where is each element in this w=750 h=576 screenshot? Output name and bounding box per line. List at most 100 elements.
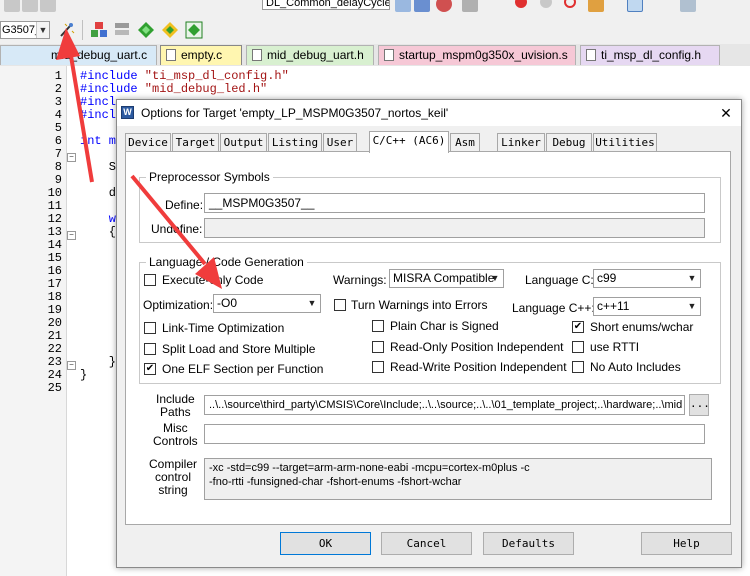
function-combo[interactable]: DL_Common_delayCycles bbox=[262, 0, 390, 10]
toolbar-icon[interactable] bbox=[588, 0, 604, 12]
no-auto-includes-label: No Auto Includes bbox=[590, 360, 681, 374]
file-tab-label: ti_msp_dl_config.h bbox=[601, 48, 702, 62]
toolbar-icon[interactable] bbox=[414, 0, 430, 12]
include-paths-browse-button[interactable]: ... bbox=[689, 394, 710, 416]
tab-debug[interactable]: Debug bbox=[546, 133, 592, 151]
tab-user[interactable]: User bbox=[323, 133, 357, 151]
no-auto-includes-checkbox[interactable] bbox=[572, 361, 584, 373]
check-mark-icon: ✔ bbox=[573, 321, 583, 332]
short-enums-checkbox[interactable]: ✔ bbox=[572, 321, 584, 333]
define-input[interactable]: __MSPM0G3507__ bbox=[204, 193, 705, 213]
code-line-6: int m bbox=[80, 134, 117, 148]
define-label: Define: bbox=[165, 198, 204, 212]
tab-listing[interactable]: Listing bbox=[268, 133, 322, 151]
include-paths-input[interactable]: ..\..\source\third_party\CMSIS\Core\Incl… bbox=[204, 395, 685, 415]
language-c-label: Language C: bbox=[525, 273, 594, 287]
use-rtti-checkbox[interactable] bbox=[572, 341, 584, 353]
file-tab-bar: mid_debug_uart.c empty.c mid_debug_uart.… bbox=[0, 44, 750, 67]
help-button[interactable]: Help bbox=[641, 532, 732, 555]
toolbar-icon[interactable] bbox=[4, 0, 20, 12]
lto-checkbox[interactable] bbox=[144, 322, 156, 334]
warnings-select[interactable]: MISRA Compatible ▼ bbox=[389, 269, 504, 288]
tab-device[interactable]: Device bbox=[125, 133, 171, 151]
toolbar-icon[interactable] bbox=[395, 0, 411, 12]
diamond-icon[interactable] bbox=[137, 21, 155, 39]
tab-asm[interactable]: Asm bbox=[450, 133, 480, 151]
toolbar-icon[interactable] bbox=[462, 0, 478, 12]
use-rtti-label: use RTTI bbox=[590, 340, 640, 354]
optimization-select[interactable]: -O0 ▼ bbox=[213, 294, 321, 313]
toolbar-icon[interactable] bbox=[540, 0, 552, 8]
green-pack-icon[interactable] bbox=[185, 21, 203, 39]
tab-target[interactable]: Target bbox=[172, 133, 219, 151]
turn-warnings-checkbox[interactable] bbox=[334, 299, 346, 311]
misc-controls-label-line2: Controls bbox=[153, 434, 198, 448]
undefine-label: Undefine: bbox=[151, 222, 203, 236]
misc-controls-input[interactable] bbox=[204, 424, 705, 444]
short-enums-label: Short enums/wchar bbox=[590, 320, 694, 334]
file-icon bbox=[252, 49, 262, 61]
rwpi-checkbox[interactable] bbox=[372, 361, 384, 373]
compiler-control-string: -xc -std=c99 --target=arm-arm-none-eabi … bbox=[204, 458, 712, 500]
file-tab-startup-s[interactable]: startup_mspm0g350x_uvision.s bbox=[378, 45, 576, 65]
tab-cpp-ac6[interactable]: C/C++ (AC6) bbox=[369, 131, 449, 153]
file-tab-mid-debug-uart-h[interactable]: mid_debug_uart.h bbox=[246, 45, 374, 65]
toolbar: DL_Common_delayCycles G3507_ ▼ bbox=[0, 0, 750, 45]
pack-installer-icon[interactable] bbox=[113, 21, 131, 39]
chevron-down-icon[interactable]: ▼ bbox=[36, 22, 49, 38]
preprocessor-group-title: Preprocessor Symbols bbox=[146, 170, 273, 184]
tab-panel: Preprocessor Symbols Define: __MSPM0G350… bbox=[125, 151, 731, 525]
file-tab-label: empty.c bbox=[181, 48, 223, 62]
cancel-button[interactable]: Cancel bbox=[381, 532, 472, 555]
language-c-select[interactable]: c99 ▼ bbox=[593, 269, 701, 288]
undefine-input[interactable] bbox=[204, 218, 705, 238]
toolbar-icon[interactable] bbox=[436, 0, 452, 12]
include-paths-label-line2: Paths bbox=[160, 405, 191, 419]
include-paths-label: Include Paths bbox=[156, 393, 195, 419]
misc-controls-label: Misc Controls bbox=[153, 422, 198, 448]
tab-linker[interactable]: Linker bbox=[497, 133, 545, 151]
breakpoint-icon[interactable] bbox=[515, 0, 527, 8]
select-software-packs-icon[interactable] bbox=[161, 21, 179, 39]
options-for-target-icon[interactable] bbox=[58, 21, 76, 39]
rwpi-label: Read-Write Position Independent bbox=[390, 360, 567, 374]
code-line-13: { bbox=[80, 225, 117, 239]
file-tab-empty-c[interactable]: empty.c bbox=[160, 45, 242, 65]
dialog-title-bar[interactable]: W Options for Target 'empty_LP_MSPM0G350… bbox=[117, 100, 741, 126]
file-icon bbox=[586, 49, 596, 61]
one-elf-checkbox[interactable]: ✔ bbox=[144, 363, 156, 375]
language-group-title: Language / Code Generation bbox=[146, 255, 307, 269]
toolbar-icon[interactable] bbox=[40, 0, 56, 12]
compiler-control-label: Compiler control string bbox=[149, 458, 197, 497]
ok-button[interactable]: OK bbox=[280, 532, 371, 555]
chevron-down-icon[interactable]: ▼ bbox=[686, 270, 698, 287]
chevron-down-icon[interactable]: ▼ bbox=[686, 298, 698, 315]
turn-warnings-label: Turn Warnings into Errors bbox=[351, 298, 488, 312]
fold-toggle[interactable]: − bbox=[67, 361, 76, 370]
toolbar-icon[interactable] bbox=[627, 0, 643, 12]
close-icon[interactable]: ✕ bbox=[717, 104, 735, 122]
split-load-checkbox[interactable] bbox=[144, 343, 156, 355]
defaults-button[interactable]: Defaults bbox=[483, 532, 574, 555]
optimization-label: Optimization: bbox=[143, 298, 214, 312]
warnings-label: Warnings: bbox=[333, 273, 387, 287]
fold-toggle[interactable]: − bbox=[67, 231, 76, 240]
fold-toggle[interactable]: − bbox=[67, 153, 76, 162]
chevron-down-icon[interactable]: ▼ bbox=[489, 270, 501, 287]
plain-char-checkbox[interactable] bbox=[372, 320, 384, 332]
file-tab-ti-msp-dl-config-h[interactable]: ti_msp_dl_config.h bbox=[580, 45, 720, 65]
file-icon bbox=[166, 49, 176, 61]
file-tab-mid-debug-uart-c[interactable]: mid_debug_uart.c bbox=[0, 45, 157, 65]
optimization-value: -O0 bbox=[217, 296, 238, 310]
target-combo[interactable]: G3507_ ▼ bbox=[0, 21, 50, 39]
toolbar-icon[interactable] bbox=[22, 0, 38, 12]
toolbar-icon[interactable] bbox=[564, 0, 576, 8]
manage-components-icon[interactable] bbox=[90, 21, 108, 39]
execute-only-checkbox[interactable] bbox=[144, 274, 156, 286]
ropi-checkbox[interactable] bbox=[372, 341, 384, 353]
language-cpp-select[interactable]: c++11 ▼ bbox=[593, 297, 701, 316]
wrench-icon[interactable] bbox=[680, 0, 696, 12]
tab-utilities[interactable]: Utilities bbox=[593, 133, 657, 151]
tab-output[interactable]: Output bbox=[220, 133, 267, 151]
chevron-down-icon[interactable]: ▼ bbox=[306, 295, 318, 312]
